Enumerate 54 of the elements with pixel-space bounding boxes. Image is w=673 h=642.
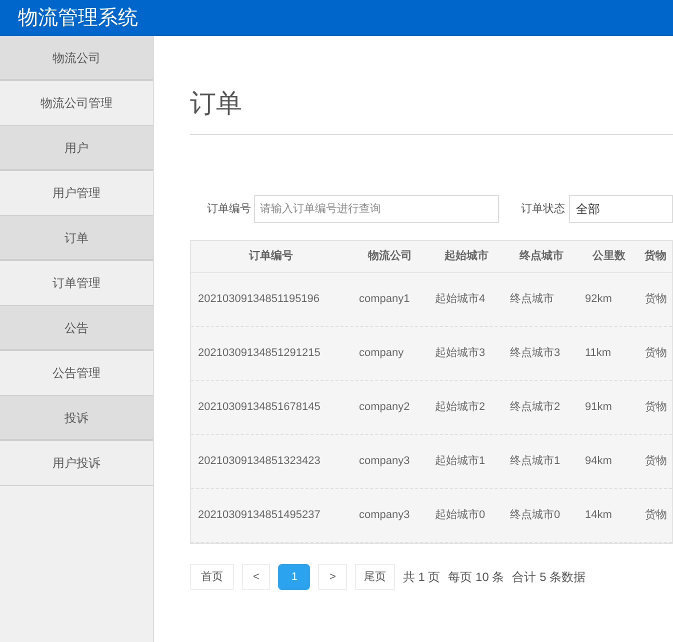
column-header: 起始城市 — [444, 248, 490, 264]
column-header: 货物 — [644, 248, 668, 264]
sidebar-group-header[interactable]: 订单 — [0, 216, 153, 261]
table-cell-text: 20210309134851678145 — [197, 400, 322, 416]
table-cell-text: 起始城市3 — [434, 346, 486, 362]
table-cell-text: 20210309134851323423 — [197, 454, 322, 470]
last-page-button[interactable]: 尾页 — [354, 564, 395, 590]
table-cell-text: 11km — [584, 346, 612, 362]
sidebar-group-header[interactable]: 投诉 — [0, 396, 153, 441]
table-cell-text: 起始城市4 — [434, 292, 486, 308]
table-cell-text: 终点城市 — [509, 292, 555, 308]
table-cell-text: 起始城市0 — [434, 508, 486, 524]
table-cell-text: 终点城市3 — [509, 346, 562, 362]
column-header: 物流公司 — [366, 248, 413, 264]
column-header: 终点城市 — [518, 248, 564, 264]
first-page-button[interactable]: 首页 — [190, 564, 234, 590]
sidebar-group-header[interactable]: 公告 — [0, 306, 153, 351]
previous-page-button[interactable]: < — [242, 564, 270, 590]
sidebar-group-header[interactable]: 物流公司 — [0, 36, 153, 81]
order-number-field[interactable]: 请输入订单编号进行查询 — [254, 195, 499, 223]
table-cell-text: company3 — [358, 454, 411, 470]
table-cell-text: 货物 — [644, 454, 668, 470]
table-cell-text: 起始城市2 — [434, 400, 486, 416]
table-cell-text: 14km — [584, 508, 613, 524]
table-cell-text: 货物 — [644, 508, 668, 524]
pagination-info: 每页 10 条 — [448, 569, 504, 586]
pagination-info: 合计 5 条数据 — [512, 569, 586, 586]
table-cell-text: 终点城市1 — [509, 454, 562, 470]
table-cell-text: 终点城市0 — [509, 508, 562, 524]
filter-label: 订单状态 — [521, 202, 565, 217]
table-cell-text: 货物 — [644, 400, 668, 416]
next-page-button[interactable]: > — [318, 564, 347, 590]
pagination-info: 共 1 页 — [402, 569, 440, 586]
column-header: 公里数 — [591, 249, 626, 264]
table-cell-text: 起始城市1 — [434, 454, 486, 470]
table-cell-text: company1 — [358, 292, 411, 308]
status-select[interactable]: 全部 — [569, 195, 673, 223]
app-title: 物流管理系统 — [18, 6, 138, 31]
table-cell-text: company2 — [358, 400, 411, 416]
table-cell-text: 货物 — [644, 346, 668, 362]
table-cell-text: 20210309134851495237 — [197, 508, 322, 524]
table-cell-text: 94km — [584, 454, 613, 470]
table-cell-text: company3 — [358, 508, 411, 524]
table-cell-text: 20210309134851291215 — [197, 346, 322, 362]
filter-label: 订单编号 — [207, 202, 251, 217]
table-cell-text: 货物 — [644, 292, 668, 308]
page-title: 订单 — [190, 87, 243, 120]
table-cell-text: 终点城市2 — [509, 400, 562, 416]
table-cell-text: 91km — [584, 400, 613, 416]
table-cell-text: company — [358, 346, 405, 362]
table-cell-text: 92km — [584, 292, 613, 308]
table-cell-text: 20210309134851195196 — [197, 292, 321, 308]
column-header: 订单编号 — [248, 248, 294, 264]
sidebar-group-header[interactable]: 用户 — [0, 126, 153, 171]
